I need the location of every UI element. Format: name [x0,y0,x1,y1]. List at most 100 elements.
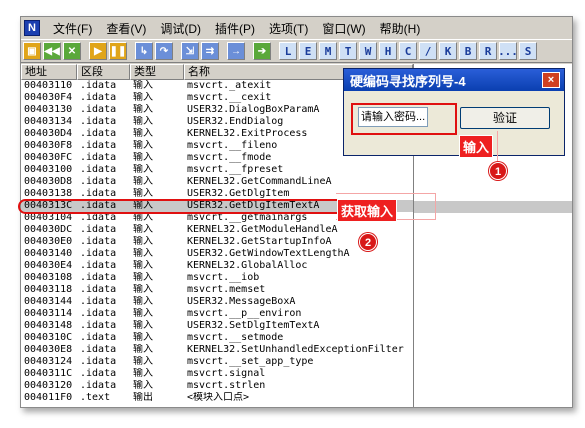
section-cell: .idata [80,152,117,163]
table-row[interactable]: 00403140 .idata 输入 USER32.GetWindowTextLeng… [21,248,413,260]
menu-plugins[interactable]: 插件(P) [208,20,262,37]
type-cell: 输入 [133,368,153,379]
table-row[interactable]: 00403148 .idata 输入 USER32.SetDlgItemTextA [21,320,413,332]
table-row[interactable]: 00403118 .idata 输入 msvcrt.memset [21,284,413,296]
section-cell: .idata [80,356,117,367]
close-file-icon[interactable]: ✕ [63,42,81,60]
source-button[interactable]: S [519,42,537,60]
address-cell: 00403130 [24,104,73,115]
trace-over-icon[interactable]: ⇉ [201,42,219,60]
type-cell: 输入 [133,284,153,295]
trace-into-icon[interactable]: ⇲ [181,42,199,60]
type-cell: 输入 [133,164,153,175]
log-window-button[interactable]: L [279,42,297,60]
handles-button[interactable]: H [379,42,397,60]
name-cell: KERNEL32.GlobalAlloc [187,260,308,271]
section-cell: .idata [80,164,117,175]
table-row[interactable]: 004030D8 .idata 输入 KERNEL32.GetCommandLineA [21,176,413,188]
threads-button[interactable]: T [339,42,357,60]
name-cell: msvcrt.strlen [187,380,266,391]
highlight-extension [414,201,572,213]
menu-debug[interactable]: 调试(D) [153,20,208,37]
menu-options[interactable]: 选项(T) [262,20,315,37]
table-row[interactable]: 004011F0 .text 输出 <模块入口点> [21,392,413,404]
table-row[interactable]: 00403144 .idata 输入 USER32.MessageBoxA [21,296,413,308]
type-cell: 输入 [133,296,153,307]
section-cell: .idata [80,260,117,271]
name-cell: msvcrt.__set_app_type [187,356,314,367]
table-row[interactable]: 00403114 .idata 输入 msvcrt.__p__environ [21,308,413,320]
table-row[interactable]: 0040311C .idata 输入 msvcrt.signal [21,368,413,380]
execute-till-return-icon[interactable]: → [227,42,245,60]
references-button[interactable]: R [479,42,497,60]
name-cell: <模块入口点> [187,392,250,403]
table-row[interactable]: 00403100 .idata 输入 msvcrt.__fpreset [21,164,413,176]
type-cell: 输入 [133,272,153,283]
call-stack-button[interactable]: K [439,42,457,60]
type-cell: 输入 [133,248,153,259]
menu-help[interactable]: 帮助(H) [373,20,428,37]
address-cell: 0040310C [24,332,73,343]
name-cell: msvcrt.__p__environ [187,308,302,319]
section-cell: .idata [80,284,117,295]
app-icon: N [24,20,40,36]
table-row[interactable]: 004030DC .idata 输入 KERNEL32.GetModuleHandle… [21,224,413,236]
type-cell: 输出 [133,392,153,403]
address-cell: 004030F4 [24,92,73,103]
pause-icon[interactable]: ❚❚ [109,42,127,60]
goto-icon[interactable]: ➔ [253,42,271,60]
type-cell: 输入 [133,308,153,319]
callout-box-right [435,193,436,220]
section-cell: .idata [80,272,117,283]
section-cell: .idata [80,140,117,151]
column-type[interactable]: 类型 [130,64,184,80]
name-cell: msvcrt.memset [187,284,266,295]
type-cell: 输入 [133,152,153,163]
address-cell: 004030FC [24,152,73,163]
address-cell: 00403114 [24,308,73,319]
address-cell: 00403134 [24,116,73,127]
column-address[interactable]: 地址 [21,64,77,80]
name-cell: msvcrt.__setmode [187,332,284,343]
type-cell: 输入 [133,344,153,355]
callout-line-1 [497,131,498,161]
dialog-title-bar: 硬编码寻找序列号-4 × [344,69,564,91]
rewind-icon[interactable]: ◀◀ [43,42,61,60]
column-section[interactable]: 区段 [77,64,130,80]
address-cell: 004030D4 [24,128,73,139]
section-cell: .idata [80,104,117,115]
windows-button[interactable]: W [359,42,377,60]
address-cell: 004030E0 [24,236,73,247]
step-over-icon[interactable]: ↷ [155,42,173,60]
address-cell: 004030D8 [24,176,73,187]
section-cell: .idata [80,128,117,139]
table-row[interactable]: 00403108 .idata 输入 msvcrt.__iob [21,272,413,284]
step-into-icon[interactable]: ↳ [135,42,153,60]
modules-button[interactable]: E [299,42,317,60]
memory-button[interactable]: M [319,42,337,60]
name-cell: USER32.SetDlgItemTextA [187,320,320,331]
type-cell: 输入 [133,224,153,235]
type-cell: 输入 [133,332,153,343]
section-cell: .idata [80,308,117,319]
address-cell: 00403120 [24,380,73,391]
table-row[interactable]: 0040310C .idata 输入 msvcrt.__setmode [21,332,413,344]
close-icon[interactable]: × [542,72,560,88]
verify-button[interactable]: 验证 [460,107,550,129]
table-row[interactable]: 00403120 .idata 输入 msvcrt.strlen [21,380,413,392]
run-icon[interactable]: ▶ [89,42,107,60]
menu-file[interactable]: 文件(F) [46,20,99,37]
table-row[interactable]: 004030E0 .idata 输入 KERNEL32.GetStartupInfoA [21,236,413,248]
open-icon[interactable]: ▣ [23,42,41,60]
table-row[interactable]: 004030E4 .idata 输入 KERNEL32.GlobalAlloc [21,260,413,272]
menu-view[interactable]: 查看(V) [99,20,153,37]
table-row[interactable]: 004030E8 .idata 输入 KERNEL32.SetUnhandledExc… [21,344,413,356]
run-trace-button[interactable]: ... [498,42,518,60]
breakpoints-button[interactable]: B [459,42,477,60]
input-highlight-box [351,103,457,135]
cpu-button[interactable]: C [399,42,417,60]
address-cell: 004030E8 [24,344,73,355]
patches-button[interactable]: / [419,42,437,60]
table-row[interactable]: 00403124 .idata 输入 msvcrt.__set_app_type [21,356,413,368]
menu-window[interactable]: 窗口(W) [315,20,372,37]
